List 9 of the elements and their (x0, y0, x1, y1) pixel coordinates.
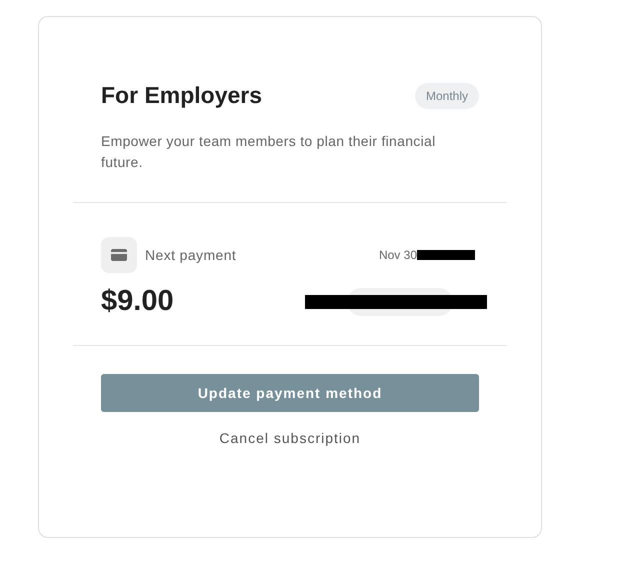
billing-badge: Monthly (414, 82, 479, 108)
plan-description: Empower your team members to plan their financial future. (101, 132, 437, 172)
cancel-subscription-link[interactable]: Cancel subscription (215, 426, 365, 450)
redaction-bar (417, 250, 475, 260)
payment-amount: $9.00 (101, 285, 174, 318)
payment-label: Next payment (145, 247, 236, 263)
payment-date: Nov 30 (378, 248, 417, 262)
plan-title: For Employers (101, 82, 262, 109)
card-icon (101, 237, 137, 273)
